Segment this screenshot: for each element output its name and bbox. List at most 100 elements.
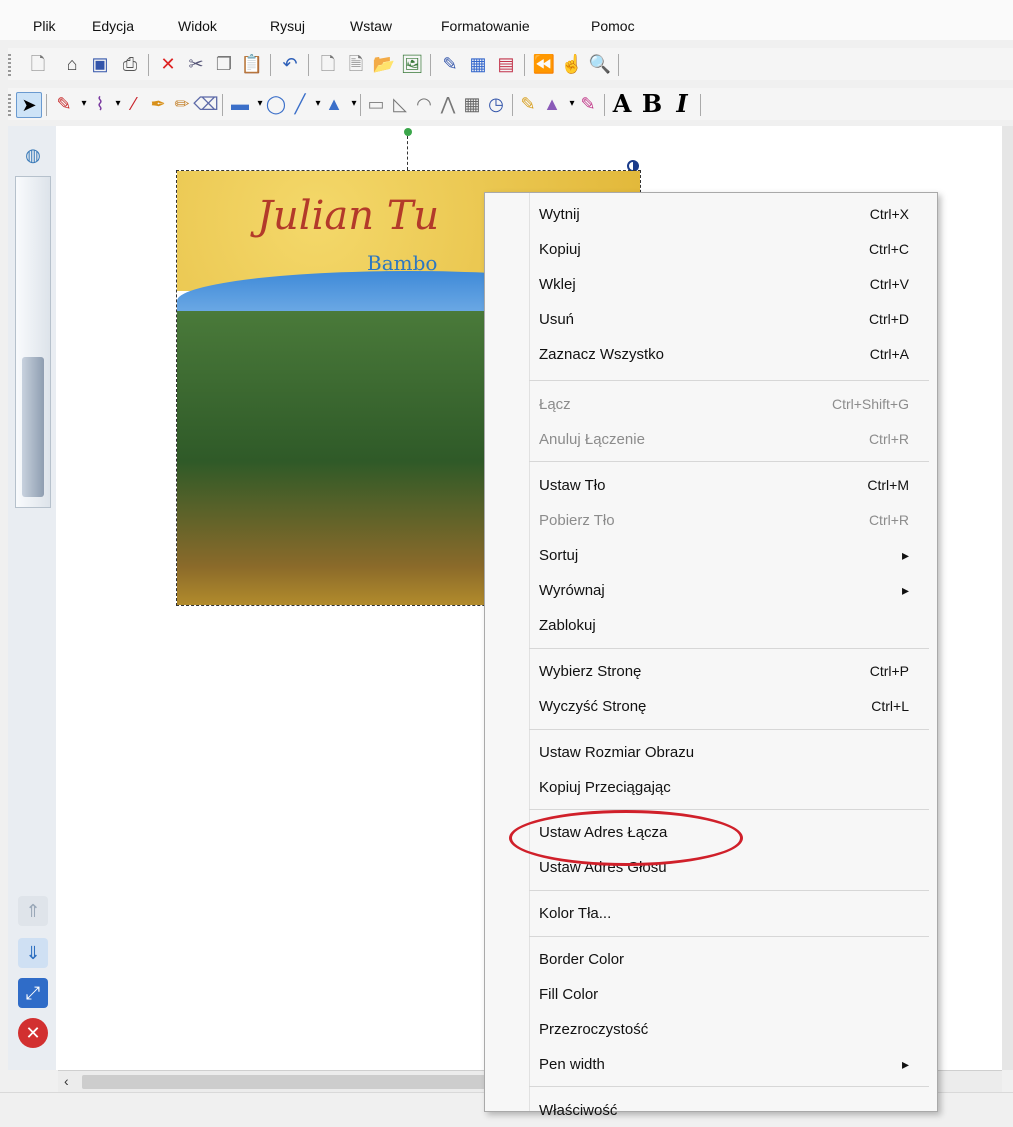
new-page-icon[interactable]: 🗋 [26, 52, 50, 76]
open-folder-icon[interactable]: 📂 [372, 52, 396, 76]
toolbar-separator [46, 94, 47, 116]
menu-item-wyrownaj[interactable]: Wyrównaj ▸ [539, 573, 909, 607]
sidebar-scroll-thumb[interactable] [22, 357, 44, 497]
menu-pomoc[interactable]: Pomoc [591, 18, 635, 34]
page-up-icon[interactable]: ⇑ [18, 896, 48, 926]
eraser-icon[interactable]: ⌫ [193, 92, 218, 116]
compass-icon[interactable]: ⋀ [436, 92, 460, 116]
open-icon[interactable]: ⌂ [60, 52, 84, 76]
menu-item-anuluj-laczenie[interactable]: Anuluj Łączenie Ctrl+R [539, 422, 909, 456]
toolbar-separator [700, 94, 701, 116]
undo-icon[interactable]: ↶ [278, 52, 302, 76]
page-image-icon[interactable]: 🗎 [344, 52, 368, 76]
pencil-icon[interactable]: ✏ [170, 92, 194, 116]
menu-item-border-color[interactable]: Border Color [539, 942, 909, 976]
save-icon[interactable]: ▣ [88, 52, 112, 76]
menu-item-shortcut: Ctrl+M [867, 477, 909, 493]
paste-icon[interactable]: 📋 [240, 52, 264, 76]
menu-item-pen-width[interactable]: Pen width ▸ [539, 1047, 909, 1081]
fullscreen-icon[interactable]: ⤢ [18, 978, 48, 1008]
menu-item-label: Wyrównaj [539, 581, 605, 599]
menu-item-shortcut: Ctrl+L [871, 698, 909, 714]
grid-icon[interactable]: ▦ [466, 52, 490, 76]
menu-separator [529, 648, 929, 649]
horizontal-scroll-thumb[interactable] [82, 1075, 542, 1089]
submenu-arrow-icon: ▸ [901, 581, 909, 598]
protractor-icon[interactable]: ◠ [412, 92, 436, 116]
menu-item-label: Kopiuj [539, 240, 581, 258]
menu-rysuj[interactable]: Rysuj [270, 18, 305, 34]
toolbar-separator [604, 94, 605, 116]
italic-button[interactable]: I [670, 92, 694, 116]
delete-icon[interactable]: ✕ [156, 52, 180, 76]
menu-widok[interactable]: Widok [178, 18, 217, 34]
text-edit-icon[interactable]: ✎ [516, 92, 540, 116]
chevron-down-icon[interactable]: ▾ [342, 92, 366, 116]
sidebar-scroll-track[interactable] [15, 176, 51, 508]
menu-plik[interactable]: Plik [33, 18, 56, 34]
color-picker-icon[interactable]: ✎ [576, 92, 600, 116]
close-icon[interactable]: ✕ [18, 1018, 48, 1048]
screen-capture-icon[interactable]: ▤ [494, 52, 518, 76]
ruler-icon[interactable]: ▭ [364, 92, 388, 116]
rotate-handle-line [407, 136, 408, 170]
calculator-icon[interactable]: ▦ [460, 92, 484, 116]
menu-formatowanie[interactable]: Formatowanie [441, 18, 530, 34]
print-icon[interactable]: ⎙ [118, 52, 142, 76]
menu-item-wlasciwosc[interactable]: Właściwość [539, 1093, 909, 1127]
menu-item-kopiuj-przeciagajac[interactable]: Kopiuj Przeciągając [539, 770, 909, 804]
hand-pointer-icon[interactable]: ☝ [560, 52, 584, 76]
copy-icon[interactable]: ❐ [212, 52, 236, 76]
menu-item-label: Wklej [539, 275, 576, 293]
rewind-icon[interactable]: ⏪ [532, 52, 556, 76]
laser-pointer-icon[interactable]: ⁄ [122, 92, 146, 116]
book-subtitle: Bambo [367, 251, 438, 275]
menu-item-kolor-tla[interactable]: Kolor Tła... [539, 896, 909, 930]
highlighter-icon[interactable]: ✒ [146, 92, 170, 116]
menu-item-wybierz-strone[interactable]: Wybierz Stronę Ctrl+P [539, 654, 909, 688]
text-a-button[interactable]: A [610, 92, 634, 116]
menu-item-wyczysc-strone[interactable]: Wyczyść Stronę Ctrl+L [539, 689, 909, 723]
blank-page-icon[interactable]: 🗋 [316, 52, 340, 76]
menu-icon-gutter [529, 193, 530, 1111]
toolbar-grip[interactable] [8, 94, 11, 116]
menu-wstaw[interactable]: Wstaw [350, 18, 392, 34]
menu-separator [529, 461, 929, 462]
bold-button[interactable]: B [640, 92, 664, 116]
menu-item-label: Właściwość [539, 1101, 618, 1119]
cut-icon[interactable]: ✂ [184, 52, 208, 76]
menu-item-shortcut: Ctrl+V [869, 276, 909, 292]
scroll-left-icon[interactable]: ‹ [64, 1073, 69, 1089]
toolbar-separator [148, 54, 149, 76]
clock-icon[interactable]: ◷ [484, 92, 508, 116]
menu-item-zablokuj[interactable]: Zablokuj [539, 608, 909, 642]
menu-item-ustaw-tlo[interactable]: Ustaw Tło Ctrl+M [539, 468, 909, 502]
ellipse-icon[interactable]: ◯ [264, 92, 288, 116]
menu-item-zaznacz-wszystko[interactable]: Zaznacz Wszystko Ctrl+A [539, 337, 909, 371]
vertical-scrollbar[interactable] [1002, 126, 1013, 1070]
menu-item-label: Usuń [539, 310, 575, 328]
menu-item-fill-color[interactable]: Fill Color [539, 977, 909, 1011]
select-arrow-icon[interactable]: ➤ [16, 92, 42, 118]
pen-tool-icon[interactable]: ✎ [438, 52, 462, 76]
menu-item-przezroczystosc[interactable]: Przezroczystość [539, 1012, 909, 1046]
menu-item-wytnij[interactable]: Wytnij Ctrl+X [539, 197, 909, 231]
menu-item-usun[interactable]: Usuń Ctrl+D [539, 302, 909, 336]
menu-item-sortuj[interactable]: Sortuj ▸ [539, 538, 909, 572]
toolbar-drawing: ➤ ✎ ▾ ⌇ ▾ ⁄ ✒ ✏ ⌫ ▬ ▾ ◯ ╱ ▾ ▲ ▾ ▭ ◺ ◠ ⋀ … [8, 88, 1013, 120]
menu-item-wklej[interactable]: Wklej Ctrl+V [539, 267, 909, 301]
toolbar-grip[interactable] [8, 54, 11, 76]
menu-item-ustaw-rozmiar-obrazu[interactable]: Ustaw Rozmiar Obrazu [539, 735, 909, 769]
menu-separator [529, 890, 929, 891]
magnifier-icon[interactable]: 🔍 [588, 52, 612, 76]
menu-item-pobierz-tlo[interactable]: Pobierz Tło Ctrl+R [539, 503, 909, 537]
sidebar-logo-icon[interactable]: ◍ [18, 140, 48, 170]
menu-edycja[interactable]: Edycja [92, 18, 134, 34]
triangle-ruler-icon[interactable]: ◺ [388, 92, 412, 116]
menu-item-kopiuj[interactable]: Kopiuj Ctrl+C [539, 232, 909, 266]
toolbar-separator [512, 94, 513, 116]
page-down-icon[interactable]: ⇓ [18, 938, 48, 968]
insert-picture-icon[interactable]: 🖼 [400, 52, 424, 76]
menu-item-lacz[interactable]: Łącz Ctrl+Shift+G [539, 387, 909, 421]
rotate-handle[interactable] [404, 128, 412, 136]
